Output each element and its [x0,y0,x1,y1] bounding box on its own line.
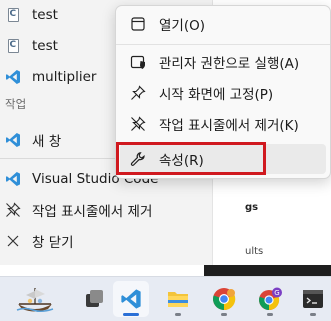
running-app-indicator [310,313,316,316]
unpin-from-taskbar-item[interactable]: 작업 표시줄에서 제거 [0,195,212,225]
active-app-indicator [123,313,139,316]
background-window-text: gs [245,202,259,213]
file-explorer-icon[interactable] [160,281,196,317]
menu-item-label: 작업 표시줄에서 제거(K) [159,118,299,134]
app-item-label: 작업 표시줄에서 제거 [32,204,153,220]
menu-separator [116,44,330,45]
background-window-text: ults [245,246,264,257]
running-app-indicator [267,313,273,316]
running-app-indicator [221,313,227,316]
menu-item-unpin-from-taskbar[interactable]: 작업 표시줄에서 제거(K) [120,109,326,139]
chrome-profile-g-icon[interactable]: G [252,281,288,317]
admin-shield-icon [130,54,146,70]
unpin-icon [5,202,21,218]
recent-item-label: multiplier [32,69,97,85]
c-file-icon [5,7,21,23]
profile-badge-letter: G [274,289,279,297]
menu-item-open[interactable]: 열기(O) [120,9,326,39]
recent-item-label: test [32,7,58,23]
taskbar: G [0,276,331,321]
vscode-icon [5,171,21,187]
vscode-icon[interactable] [113,281,149,317]
menu-item-label: 관리자 권한으로 실행(A) [159,56,300,72]
task-view-icon[interactable] [76,281,112,317]
menu-item-label: 열기(O) [159,18,205,34]
tasks-section-header: 작업 [5,97,27,111]
close-window-item[interactable]: 창 닫기 [0,226,212,256]
chrome-icon[interactable] [206,281,242,317]
vscode-icon [5,132,21,148]
annotation-highlight-box [116,142,266,175]
background-window: gs ults [204,180,331,276]
recent-item-label: test [32,38,58,54]
c-file-icon [5,38,21,54]
menu-item-run-as-admin[interactable]: 관리자 권한으로 실행(A) [120,47,326,77]
unpin-icon [130,116,146,132]
menu-item-label: 시작 화면에 고정(P) [159,87,274,103]
menu-item-pin-to-start[interactable]: 시작 화면에 고정(P) [120,78,326,108]
pin-icon [130,85,146,101]
running-app-indicator [175,313,181,316]
task-label: 새 창 [32,134,62,150]
app-item-label: 창 닫기 [32,235,74,251]
close-icon [5,233,21,249]
background-window-footer [204,265,331,276]
window-icon [130,16,146,32]
vscode-icon [5,69,21,85]
pirate-ship-app-icon[interactable] [14,281,56,317]
terminal-icon[interactable] [295,281,331,317]
